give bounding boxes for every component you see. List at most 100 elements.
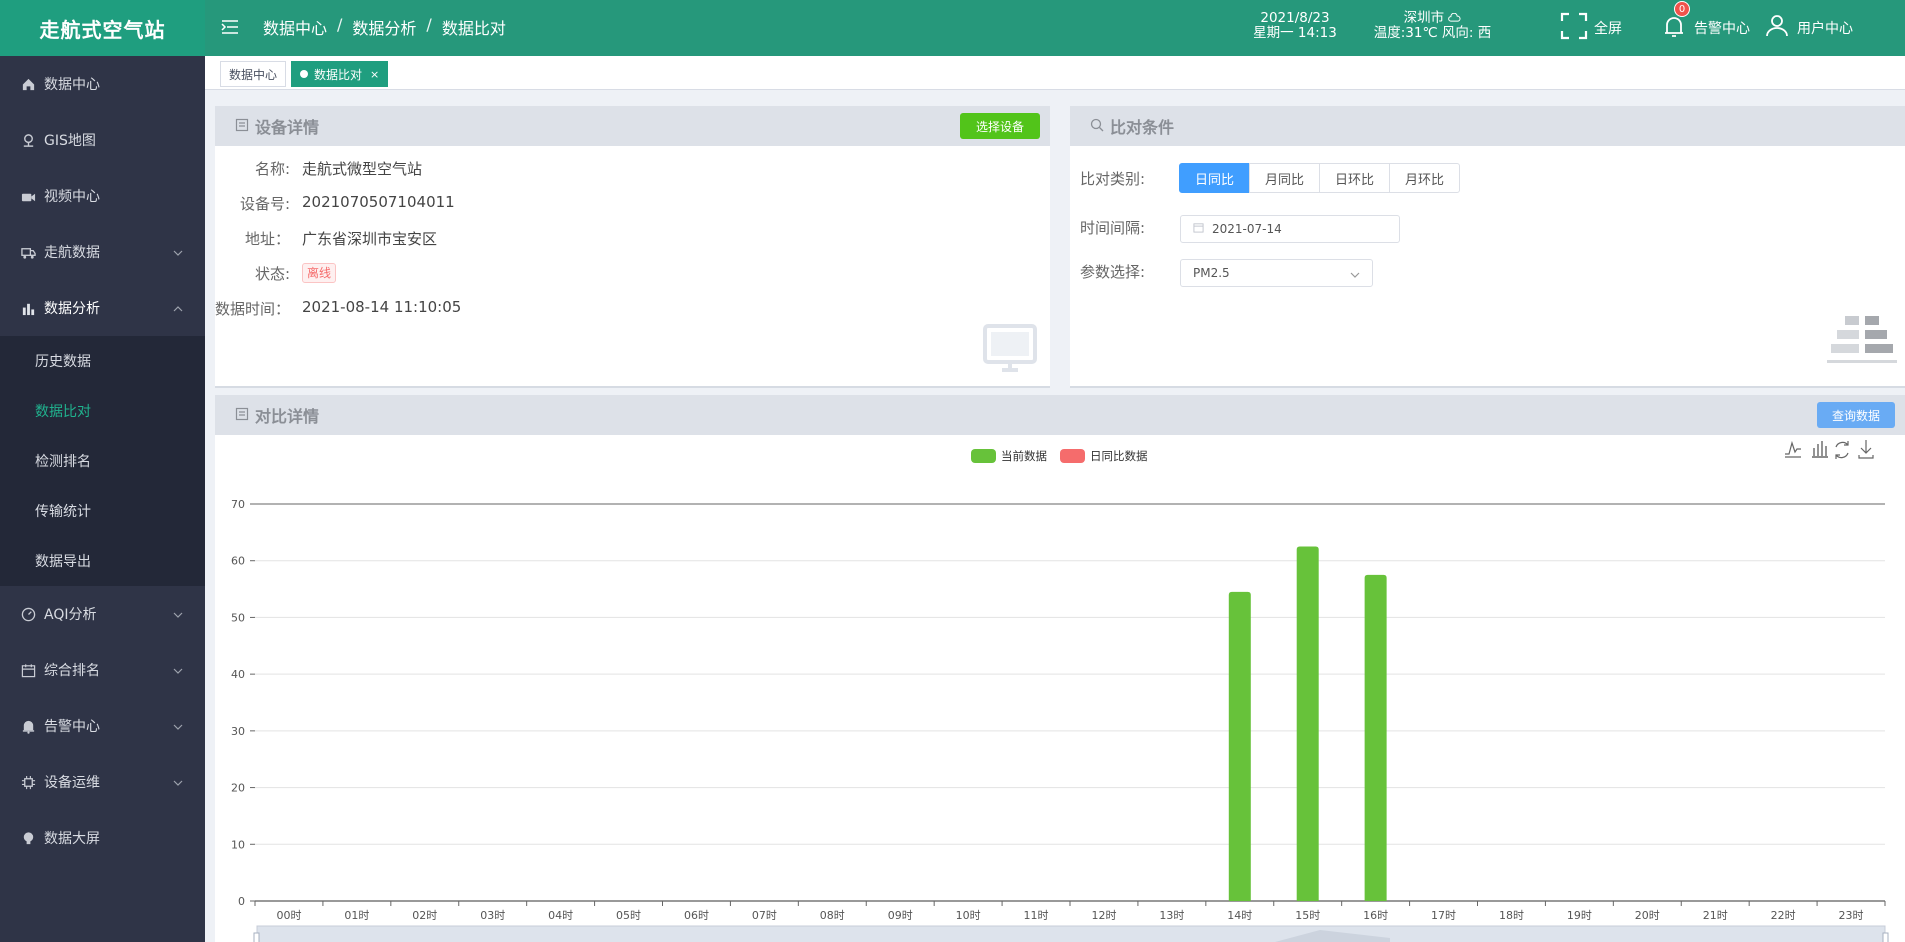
sidebar-item-overall-rank[interactable]: 综合排名 — [0, 642, 205, 698]
x-tick-label: 03时 — [480, 909, 505, 922]
y-tick-label: 10 — [231, 838, 245, 851]
calendar-icon — [20, 662, 36, 678]
legend-label[interactable]: 日同比数据 — [1090, 449, 1148, 463]
download-icon[interactable] — [1858, 440, 1874, 459]
chevron-up-icon — [173, 302, 183, 318]
tag-data-compare[interactable]: 数据比对 × — [291, 61, 389, 87]
chevron-down-icon — [173, 776, 183, 792]
legend-swatch[interactable] — [1060, 449, 1085, 463]
breadcrumb-separator: / — [426, 15, 432, 34]
panel-title: 设备详情 — [255, 118, 320, 137]
field-label: 数据时间： — [215, 300, 291, 318]
restore-icon[interactable] — [1835, 441, 1849, 459]
sidebar-item-label: 数据大屏 — [44, 831, 100, 847]
user-center-button[interactable]: 用户中心 — [1763, 12, 1853, 44]
header-date: 2021/8/23 — [1260, 10, 1330, 26]
interval-label: 时间间隔: — [1080, 219, 1146, 237]
field-label: 地址： — [244, 230, 290, 248]
breadcrumb-separator: / — [337, 15, 343, 34]
sidebar-item-aqi[interactable]: AQI分析 — [0, 586, 205, 642]
query-data-button[interactable]: 查询数据 — [1816, 402, 1895, 428]
monitor-icon — [982, 322, 1038, 382]
y-tick-label: 70 — [231, 498, 245, 511]
fullscreen-button[interactable]: 全屏 — [1560, 12, 1622, 44]
sidebar-item-data-center[interactable]: 数据中心 — [0, 56, 205, 112]
header-city: 深圳市 — [1403, 10, 1445, 26]
bar-chart-icon — [20, 300, 36, 316]
sidebar-item-analysis[interactable]: 数据分析 — [0, 280, 205, 336]
submenu-export[interactable]: 数据导出 — [0, 536, 205, 586]
compare-type-day-mom[interactable]: 日环比 — [1319, 163, 1391, 193]
compare-type-day-yoy[interactable]: 日同比 — [1179, 163, 1251, 193]
param-select[interactable]: PM2.5 — [1180, 259, 1373, 287]
search-icon — [1090, 117, 1110, 136]
active-dot — [300, 70, 308, 78]
alarm-center-button[interactable]: 0 告警中心 — [1660, 1, 1750, 44]
zoom-handle-right[interactable] — [1882, 932, 1889, 942]
data-time: 2021-08-14 11:10:05 — [302, 298, 462, 316]
x-tick-label: 14时 — [1227, 909, 1252, 922]
x-tick-label: 10时 — [956, 909, 981, 922]
bell-icon — [20, 718, 36, 734]
x-tick-label: 19时 — [1567, 909, 1592, 922]
x-tick-label: 12时 — [1091, 909, 1116, 922]
x-tick-label: 17时 — [1431, 909, 1456, 922]
device-name: 走航式微型空气站 — [302, 160, 423, 178]
close-icon[interactable]: × — [370, 68, 379, 81]
app-logo-title: 走航式空气站 — [0, 0, 205, 56]
bulb-icon — [20, 830, 36, 846]
compare-type-month-yoy[interactable]: 月同比 — [1249, 163, 1321, 193]
tags-view-bar: 数据中心 数据比对 × — [205, 56, 1905, 90]
field-label: 名称: — [254, 160, 290, 178]
zoom-handle-left[interactable] — [253, 932, 260, 942]
sidebar-item-label: 走航数据 — [44, 245, 100, 261]
header-weather: 深圳市 温度:31℃ 风向: 西 — [1370, 11, 1495, 41]
sidebar-item-big-screen[interactable]: 数据大屏 — [0, 810, 205, 866]
x-tick-label: 08时 — [820, 909, 845, 922]
sidebar-item-alarm[interactable]: 告警中心 — [0, 698, 205, 754]
menu-toggle-icon[interactable] — [221, 18, 239, 36]
bar-chart-toggle-icon[interactable] — [1812, 441, 1828, 458]
home-icon — [20, 76, 36, 92]
sidebar-item-maintenance[interactable]: 设备运维 — [0, 754, 205, 810]
submenu-history[interactable]: 历史数据 — [0, 336, 205, 386]
breadcrumb-item[interactable]: 数据中心 — [263, 15, 327, 39]
cloud-icon — [1448, 10, 1461, 26]
legend-swatch[interactable] — [971, 449, 996, 463]
date-picker[interactable]: 2021-07-14 — [1180, 215, 1400, 243]
submenu-ranking[interactable]: 检测排名 — [0, 436, 205, 486]
map-pin-icon — [20, 132, 36, 148]
device-id-row: 设备号: 2021070507104011 — [215, 193, 455, 214]
chevron-down-icon — [1350, 269, 1360, 283]
y-tick-label: 40 — [231, 668, 245, 681]
x-tick-label: 05时 — [616, 909, 641, 922]
legend-label[interactable]: 当前数据 — [1001, 449, 1047, 463]
camera-icon — [20, 188, 36, 204]
tag-data-center[interactable]: 数据中心 — [220, 61, 287, 87]
y-tick-label: 60 — [231, 555, 245, 568]
panel-title: 对比详情 — [255, 407, 320, 426]
compare-details-panel: 对比详情 查询数据 0 10 20 30 40 50 60 70 00时 01时 02时 03时 04时… — [215, 395, 1905, 942]
compare-type-label: 比对类别: — [1080, 170, 1146, 188]
compare-conditions-panel: 比对条件 比对类别: 日同比 月同比 日环比 月环比 时间间隔: 2021-07… — [1070, 106, 1905, 388]
sidebar-item-gis[interactable]: GIS地图 — [0, 112, 205, 168]
sidebar-item-nav-data[interactable]: 走航数据 — [0, 224, 205, 280]
bar-current-data[interactable] — [1228, 591, 1251, 901]
x-tick-label: 00时 — [276, 909, 301, 922]
bell-icon: 0 — [1660, 1, 1694, 44]
data-zoom-slider[interactable] — [256, 925, 1886, 942]
submenu-compare[interactable]: 数据比对 — [0, 386, 205, 436]
device-details-panel: 设备详情 选择设备 名称: 走航式微型空气站 设备号: 202107050710… — [215, 106, 1050, 388]
breadcrumb-item-current: 数据比对 — [441, 19, 506, 38]
compare-type-month-mom[interactable]: 月环比 — [1389, 163, 1461, 193]
line-chart-toggle-icon[interactable] — [1785, 440, 1801, 458]
document-icon — [235, 117, 255, 136]
chevron-down-icon — [173, 664, 183, 680]
analysis-submenu: 历史数据 数据比对 检测排名 传输统计 数据导出 — [0, 336, 205, 586]
bar-current-data[interactable] — [1364, 574, 1387, 901]
bar-current-data[interactable] — [1296, 546, 1319, 901]
submenu-transmission[interactable]: 传输统计 — [0, 486, 205, 536]
breadcrumb-item[interactable]: 数据分析 — [352, 15, 416, 39]
sidebar-item-video[interactable]: 视频中心 — [0, 168, 205, 224]
select-device-button[interactable]: 选择设备 — [959, 113, 1040, 139]
